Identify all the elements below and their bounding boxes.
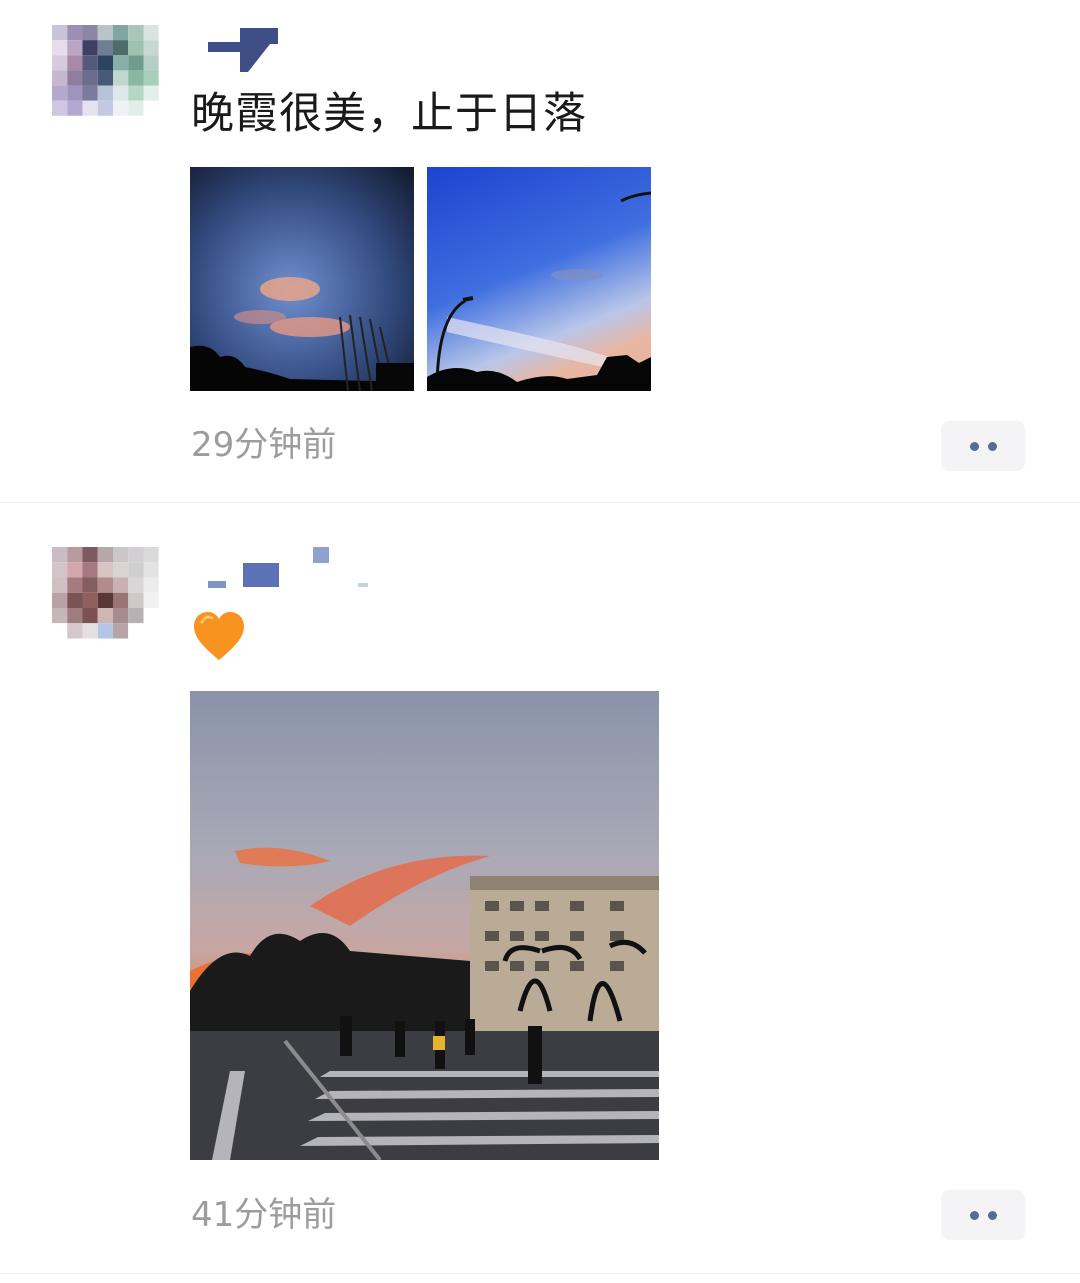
post-text: 晚霞很美，止于日落 [191,89,587,139]
post-photo[interactable] [190,691,659,1160]
heart-icon [194,612,244,660]
moment-post: 41分钟前 [0,503,1080,1273]
more-dots-icon [987,1210,997,1220]
sunset-sky-photo-2 [427,167,651,391]
post-timestamp: 29分钟前 [191,425,337,465]
more-options-button[interactable] [941,421,1025,471]
more-dots-icon [969,1210,979,1220]
pixelated-avatar-icon [52,25,174,131]
post-timestamp: 41分钟前 [191,1195,337,1235]
sunset-sky-photo-1 [190,167,414,391]
sunset-crosswalk-photo [190,691,659,1160]
avatar[interactable] [52,25,174,131]
redacted-name-icon [208,547,368,588]
username-redacted[interactable] [192,22,452,82]
avatar[interactable] [52,547,174,669]
post-photo[interactable] [190,167,414,391]
pixelated-avatar-icon [52,547,174,669]
post-divider [0,1273,1080,1274]
more-dots-icon [987,441,997,451]
redacted-name-icon [208,28,278,72]
moment-post: 晚霞很美，止于日落 29分钟前 [0,0,1080,502]
more-options-button[interactable] [941,1190,1025,1240]
post-photo[interactable] [427,167,651,391]
username-redacted[interactable] [192,543,452,603]
more-dots-icon [969,441,979,451]
orange-heart-emoji [192,610,246,664]
